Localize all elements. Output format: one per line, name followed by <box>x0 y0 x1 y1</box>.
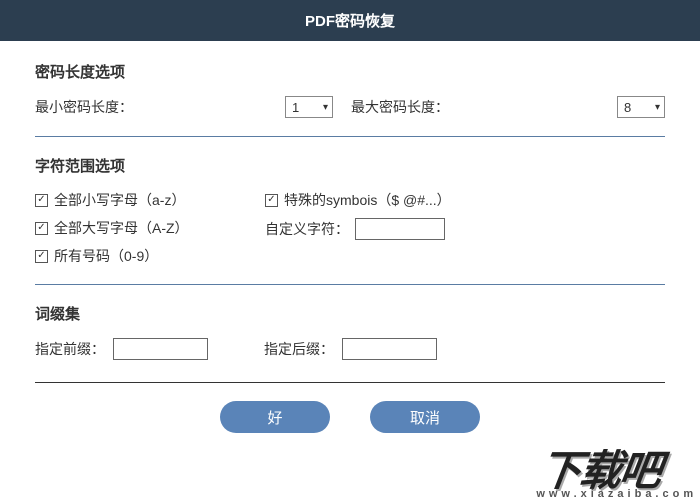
dialog-header: PDF密码恢复 <box>0 0 700 41</box>
watermark-url: www.xiazaiba.com <box>537 490 698 500</box>
check-icon: ✓ <box>265 194 278 207</box>
cancel-button[interactable]: 取消 <box>370 401 480 433</box>
affix-section-title: 词缀集 <box>35 303 665 324</box>
divider <box>35 382 665 383</box>
button-label: 取消 <box>410 407 440 428</box>
divider <box>35 284 665 285</box>
custom-chars-label: 自定义字符： <box>265 219 349 239</box>
section-length: 密码长度选项 最小密码长度： 1 ▾ 最大密码长度： 8 ▾ <box>35 61 665 118</box>
min-length-value: 1 <box>292 100 299 115</box>
check-icon: ✓ <box>35 194 48 207</box>
affix-row: 指定前缀： 指定后缀： <box>35 338 665 360</box>
charset-col-left: ✓ 全部小写字母（a-z） ✓ 全部大写字母（A-Z） ✓ 所有号码（0-9） <box>35 190 265 266</box>
prefix-input[interactable] <box>113 338 208 360</box>
watermark: 下载吧 www.xiazaiba.com <box>536 452 700 500</box>
check-icon: ✓ <box>35 250 48 263</box>
checkbox-lowercase[interactable]: ✓ 全部小写字母（a-z） <box>35 190 265 210</box>
button-label: 好 <box>267 407 282 428</box>
min-length-select[interactable]: 1 ▾ <box>285 96 333 118</box>
checkbox-label: 所有号码（0-9） <box>54 246 158 266</box>
chevron-down-icon: ▾ <box>655 102 660 113</box>
checkbox-symbols[interactable]: ✓ 特殊的symbois（$ @#...） <box>265 190 451 210</box>
length-row: 最小密码长度： 1 ▾ 最大密码长度： 8 ▾ <box>35 96 665 118</box>
charset-section-title: 字符范围选项 <box>35 155 665 176</box>
section-affix: 词缀集 指定前缀： 指定后缀： <box>35 303 665 360</box>
checkbox-label: 全部大写字母（A-Z） <box>54 218 189 238</box>
checkbox-digits[interactable]: ✓ 所有号码（0-9） <box>35 246 265 266</box>
suffix-label: 指定后缀： <box>264 339 334 359</box>
suffix-input[interactable] <box>342 338 437 360</box>
dialog-title: PDF密码恢复 <box>305 13 395 30</box>
chevron-down-icon: ▾ <box>323 102 328 113</box>
min-length-label: 最小密码长度： <box>35 97 285 117</box>
max-length-value: 8 <box>624 100 631 115</box>
checkbox-label: 全部小写字母（a-z） <box>54 190 185 210</box>
dialog-body: 密码长度选项 最小密码长度： 1 ▾ 最大密码长度： 8 ▾ 字符范围选项 ✓ … <box>0 41 700 433</box>
prefix-label: 指定前缀： <box>35 339 105 359</box>
charset-col-right: ✓ 特殊的symbois（$ @#...） 自定义字符： <box>265 190 451 266</box>
button-row: 好 取消 <box>35 401 665 433</box>
max-length-select[interactable]: 8 ▾ <box>617 96 665 118</box>
ok-button[interactable]: 好 <box>220 401 330 433</box>
divider <box>35 136 665 137</box>
charset-options: ✓ 全部小写字母（a-z） ✓ 全部大写字母（A-Z） ✓ 所有号码（0-9） … <box>35 190 665 266</box>
length-section-title: 密码长度选项 <box>35 61 665 82</box>
watermark-text: 下载吧 <box>537 447 664 494</box>
check-icon: ✓ <box>35 222 48 235</box>
custom-chars-input[interactable] <box>355 218 445 240</box>
max-length-label: 最大密码长度： <box>351 97 617 117</box>
checkbox-label: 特殊的symbois（$ @#...） <box>284 190 451 210</box>
section-charset: 字符范围选项 ✓ 全部小写字母（a-z） ✓ 全部大写字母（A-Z） ✓ 所有号… <box>35 155 665 266</box>
custom-chars-row: 自定义字符： <box>265 218 451 240</box>
checkbox-uppercase[interactable]: ✓ 全部大写字母（A-Z） <box>35 218 265 238</box>
